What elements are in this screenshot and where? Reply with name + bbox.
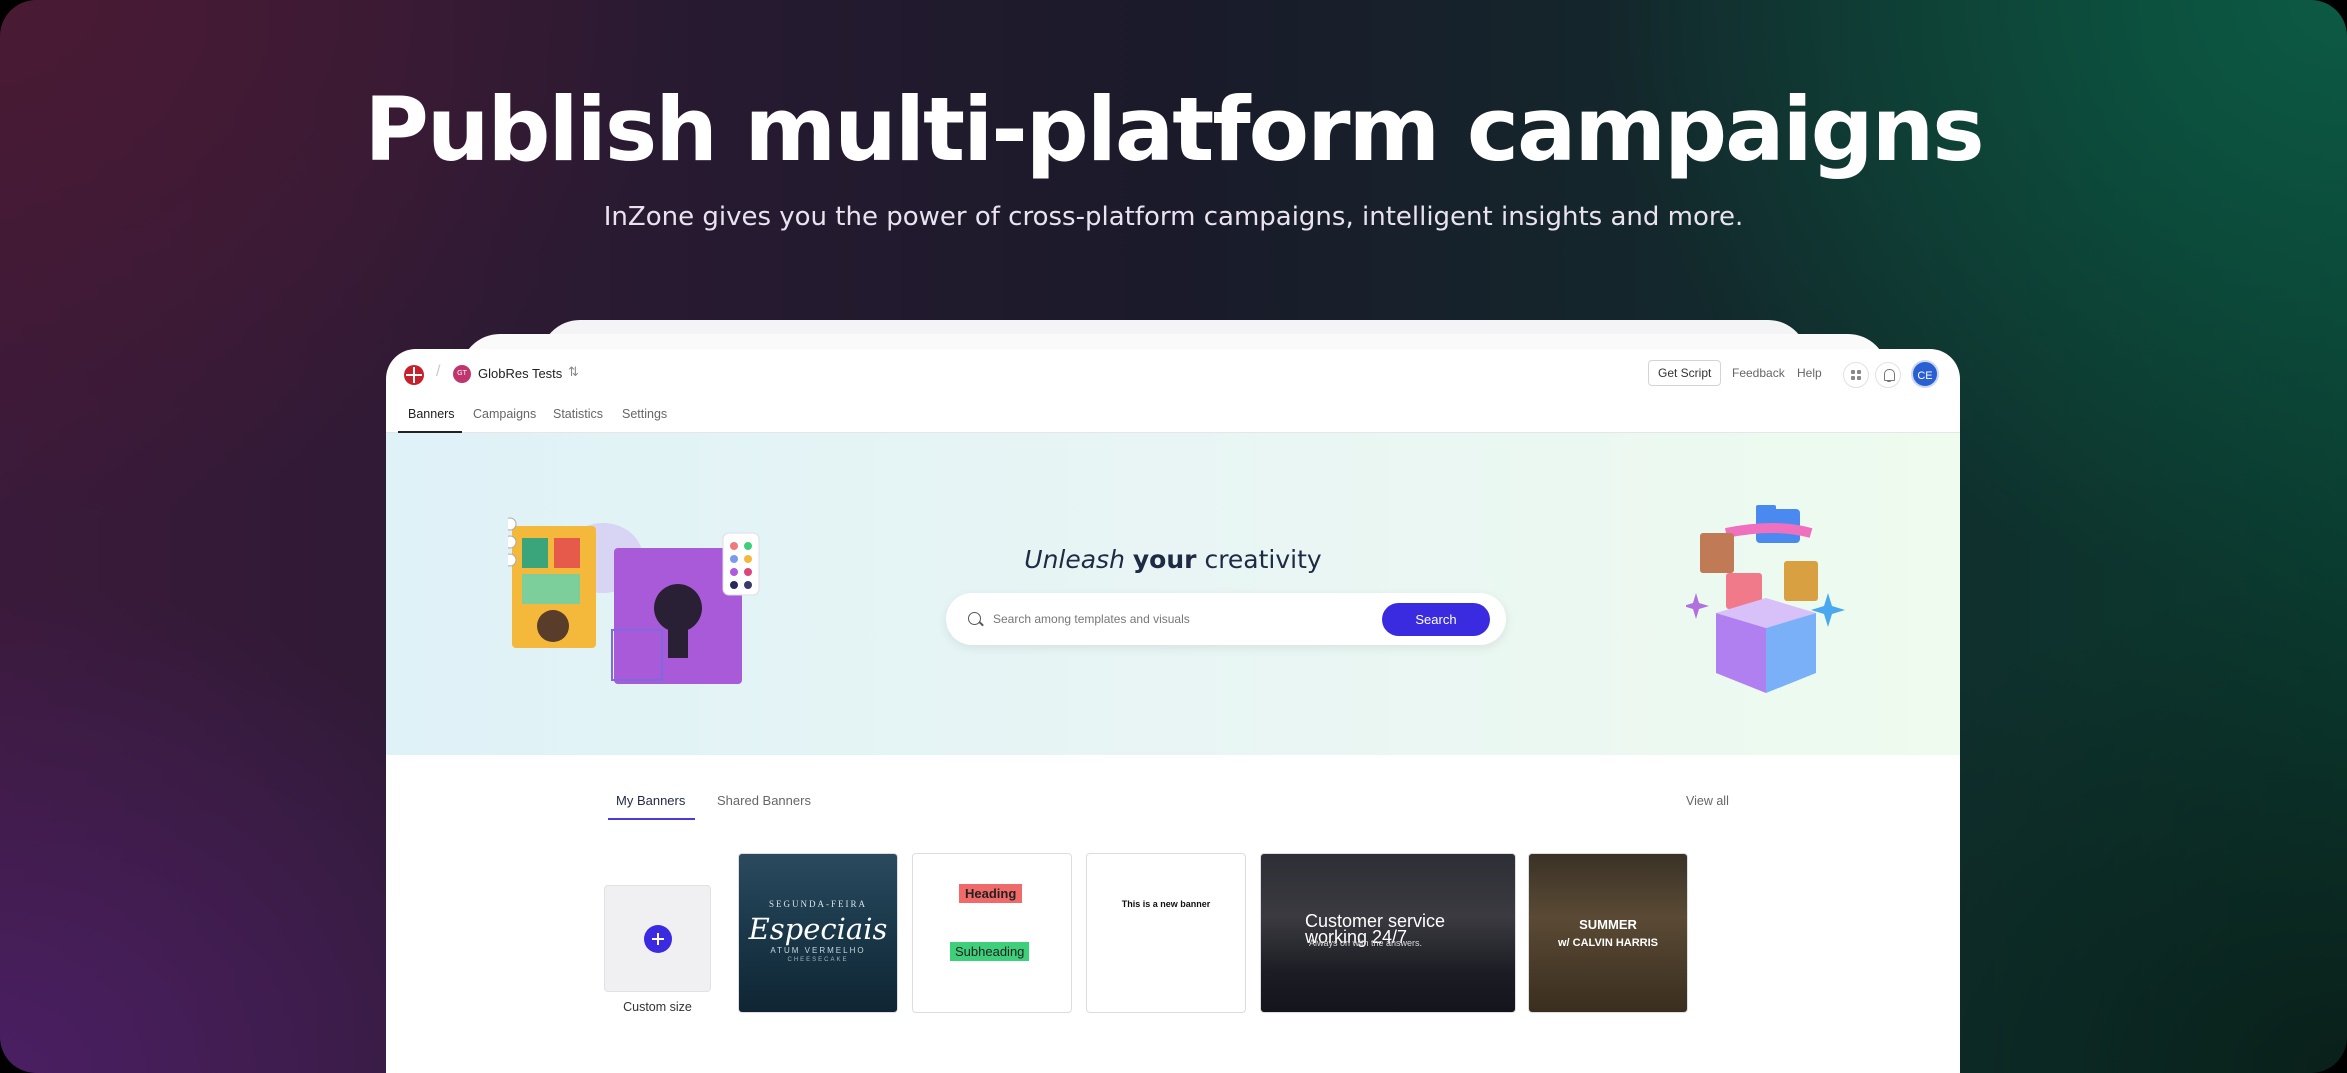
tab-statistics[interactable]: Statistics <box>553 407 603 431</box>
tab-campaigns[interactable]: Campaigns <box>473 407 536 431</box>
banner-subheading: Subheading <box>950 942 1030 961</box>
feedback-link[interactable]: Feedback <box>1732 366 1785 380</box>
view-all-link[interactable]: View all <box>1686 794 1729 808</box>
app-window: / GT GlobRes Tests ⇅ Get Script Feedback… <box>386 349 1960 1073</box>
apps-grid-icon[interactable] <box>1843 362 1869 388</box>
switch-workspace-icon[interactable]: ⇅ <box>568 364 579 380</box>
banner-text: This is a new banner <box>1121 899 1211 909</box>
banner-card[interactable]: Customer service working 24/7 Always on … <box>1260 853 1516 1013</box>
user-avatar[interactable]: CE <box>1911 360 1939 388</box>
help-link[interactable]: Help <box>1797 366 1822 380</box>
hero-title: Publish multi-platform campaigns <box>364 78 1984 181</box>
banner-text: SEGUNDA-FEIRA <box>769 899 867 909</box>
banner-text: CHEESECAKE <box>787 957 849 963</box>
banner-card[interactable]: This is a new banner <box>1086 853 1246 1013</box>
top-bar: / GT GlobRes Tests ⇅ Get Script Feedback… <box>386 349 1960 401</box>
hero-subtitle: InZone gives you the power of cross-plat… <box>603 202 1744 232</box>
banners-section: My Banners Shared Banners View all Custo… <box>386 755 1960 1073</box>
headline-italic: Unleash <box>1024 545 1125 574</box>
template-search-box: Search <box>946 593 1506 645</box>
marketing-stage: Publish multi-platform campaigns InZone … <box>0 0 2347 1073</box>
headline-bold: your <box>1132 545 1197 574</box>
template-search-input[interactable] <box>993 609 1373 629</box>
banner-card[interactable]: Heading Subheading <box>912 853 1072 1013</box>
banner-text: ATUM VERMELHO <box>770 946 866 955</box>
plus-icon[interactable] <box>644 925 672 953</box>
custom-size-card[interactable] <box>604 885 711 992</box>
main-nav-tabs: Banners Campaigns Statistics Settings <box>386 401 1960 433</box>
banner-card[interactable]: SUMMER w/ CALVIN HARRIS <box>1528 853 1688 1013</box>
banners-tab-indicator <box>608 818 695 820</box>
tab-shared-banners[interactable]: Shared Banners <box>717 793 811 808</box>
breadcrumb-separator: / <box>436 363 441 380</box>
creative-box-illustration <box>1686 505 1845 693</box>
banner-text: Always on with the answers. <box>1309 938 1423 948</box>
tab-my-banners[interactable]: My Banners <box>616 793 685 808</box>
creativity-hero-banner: Unleash your creativity Search <box>386 433 1960 755</box>
custom-size-label: Custom size <box>623 1000 692 1014</box>
banner-text: SUMMER <box>1579 917 1637 932</box>
headline-rest: creativity <box>1204 545 1322 574</box>
tab-banners[interactable]: Banners <box>408 407 455 431</box>
banner-heading: Heading <box>959 884 1023 903</box>
search-button[interactable]: Search <box>1382 603 1490 636</box>
banner-text: Especiais <box>748 912 888 946</box>
workspace-name[interactable]: GlobRes Tests <box>478 366 562 381</box>
tab-settings[interactable]: Settings <box>622 407 667 431</box>
logo-icon[interactable] <box>404 365 424 385</box>
banner-collage-illustration <box>508 517 760 684</box>
notification-bell-icon[interactable] <box>1875 362 1901 388</box>
banner-text: w/ CALVIN HARRIS <box>1557 937 1659 949</box>
banner-card[interactable]: SEGUNDA-FEIRA Especiais ATUM VERMELHO CH… <box>738 853 898 1013</box>
get-script-button[interactable]: Get Script <box>1648 360 1722 386</box>
search-icon <box>968 612 981 625</box>
workspace-avatar: GT <box>453 365 471 383</box>
